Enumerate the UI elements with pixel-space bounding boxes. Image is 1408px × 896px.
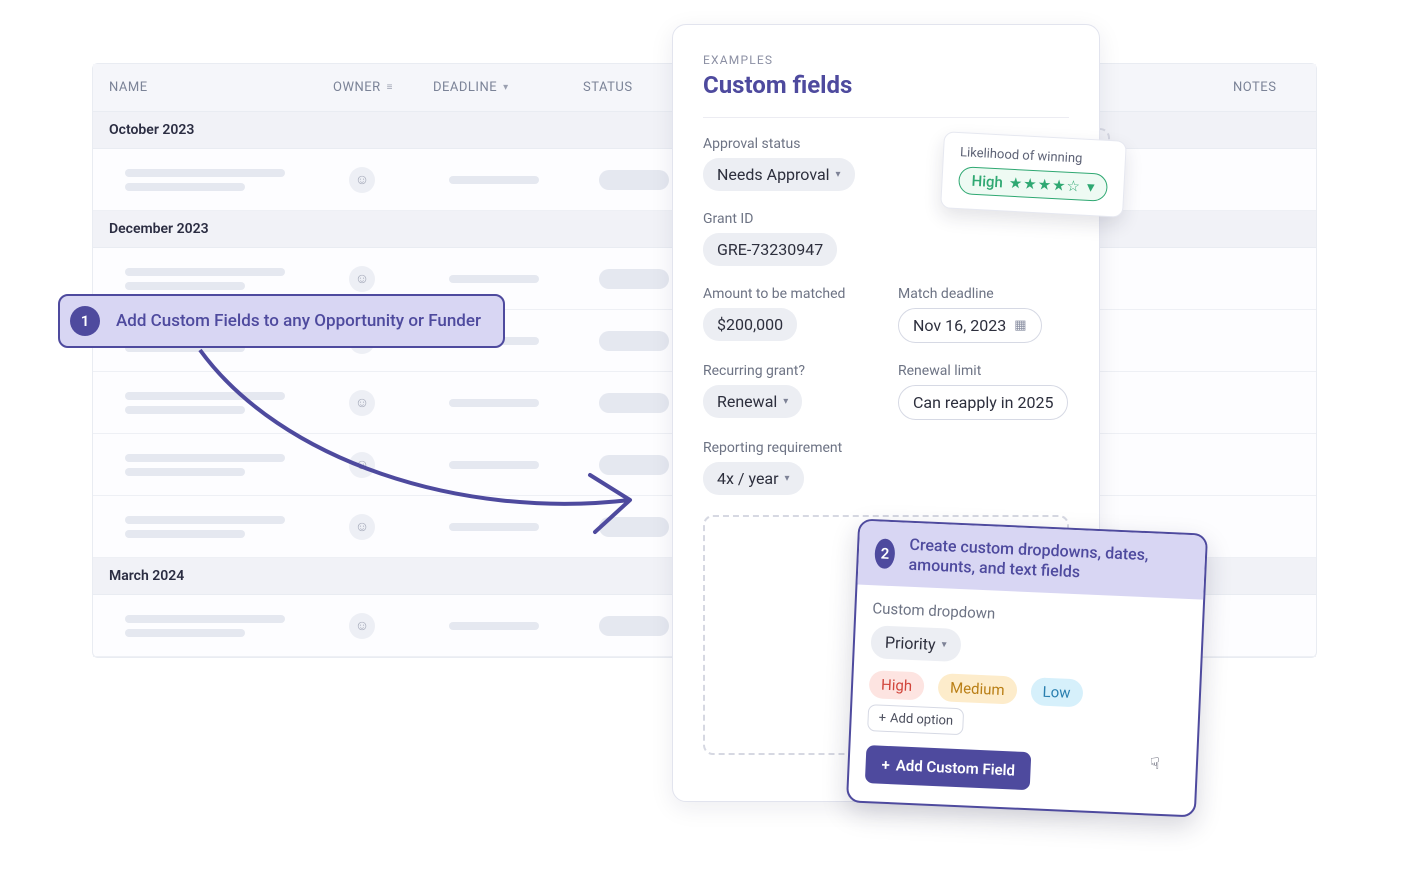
plus-icon: + — [878, 711, 886, 726]
field-label: Amount to be matched — [703, 286, 874, 302]
chevron-down-icon: ▾ — [836, 169, 841, 180]
add-option-button[interactable]: + Add option — [867, 704, 965, 735]
avatar: ☺ — [349, 266, 375, 292]
cursor-icon: ☟ — [1150, 754, 1160, 773]
approval-dropdown[interactable]: Needs Approval ▾ — [703, 158, 855, 191]
arrow-annotation — [160, 340, 660, 560]
callout-add-custom-fields: 1 Add Custom Fields to any Opportunity o… — [58, 294, 505, 348]
field-label: Renewal limit — [898, 363, 1069, 379]
field-recurring: Recurring grant? Renewal ▾ — [703, 363, 874, 420]
amount-text: $200,000 — [717, 315, 783, 334]
field-label: Grant ID — [703, 211, 1069, 227]
calendar-icon: ▦ — [1014, 318, 1026, 333]
field-renewal-limit: Renewal limit Can reapply in 2025 — [898, 363, 1069, 420]
chevron-down-icon: ▾ — [941, 639, 947, 650]
reporting-value: 4x / year — [717, 469, 779, 488]
callout-text: Create custom dropdowns, dates, amounts,… — [908, 535, 1189, 587]
chevron-down-icon: ▾ — [503, 82, 509, 93]
reporting-dropdown[interactable]: 4x / year ▾ — [703, 462, 804, 495]
add-option-label: Add option — [890, 711, 954, 729]
field-grant-id: Grant ID GRE-73230947 — [703, 211, 1069, 266]
approval-value: Needs Approval — [717, 165, 830, 184]
likelihood-card: Likelihood of winning High ★★★★☆ ▾ — [940, 131, 1127, 217]
col-name[interactable]: NAME — [93, 80, 333, 95]
field-label: Reporting requirement — [703, 440, 1069, 456]
likelihood-label: Likelihood of winning — [960, 145, 1110, 168]
amount-value[interactable]: $200,000 — [703, 308, 797, 341]
field-label: Recurring grant? — [703, 363, 874, 379]
recurring-dropdown[interactable]: Renewal ▾ — [703, 385, 802, 418]
renewal-limit-value[interactable]: Can reapply in 2025 — [898, 385, 1068, 420]
field-label: Match deadline — [898, 286, 1069, 302]
match-deadline-text: Nov 16, 2023 — [913, 316, 1006, 335]
dropdown-name-selector[interactable]: Priority ▾ — [870, 625, 961, 662]
callout-number-badge: 1 — [70, 306, 100, 336]
chevron-down-icon: ▾ — [1087, 178, 1095, 196]
filter-icon: ≡ — [387, 82, 393, 93]
field-reporting: Reporting requirement 4x / year ▾ — [703, 440, 1069, 495]
recurring-value: Renewal — [717, 392, 777, 411]
col-owner-label: OWNER — [333, 80, 381, 95]
grant-id-value[interactable]: GRE-73230947 — [703, 233, 837, 266]
field-match-deadline: Match deadline Nov 16, 2023 ▦ — [898, 286, 1069, 343]
likelihood-pill[interactable]: High ★★★★☆ ▾ — [958, 166, 1108, 202]
avatar: ☺ — [349, 167, 375, 193]
grant-id-text: GRE-73230947 — [717, 240, 823, 259]
star-icons: ★★★★☆ — [1008, 174, 1081, 196]
add-custom-field-button[interactable]: + Add Custom Field — [865, 745, 1032, 790]
chevron-down-icon: ▾ — [785, 473, 790, 484]
panel-eyebrow: EXAMPLES — [703, 53, 1069, 67]
match-deadline-input[interactable]: Nov 16, 2023 ▦ — [898, 308, 1042, 343]
option-chip-low[interactable]: Low — [1030, 677, 1083, 707]
option-chip-medium[interactable]: Medium — [938, 673, 1018, 704]
add-custom-field-label: Add Custom Field — [895, 756, 1015, 779]
custom-dropdown-label: Custom dropdown — [872, 599, 1186, 631]
chevron-down-icon: ▾ — [783, 396, 788, 407]
dropdown-name-text: Priority — [885, 633, 936, 654]
avatar: ☺ — [349, 613, 375, 639]
field-amount: Amount to be matched $200,000 — [703, 286, 874, 343]
divider — [703, 117, 1069, 118]
callout-number-badge: 2 — [874, 538, 896, 569]
col-owner[interactable]: OWNER ≡ — [333, 80, 433, 95]
panel-title: Custom fields — [703, 71, 1069, 99]
col-deadline-label: DEADLINE — [433, 80, 497, 95]
plus-icon: + — [881, 756, 890, 774]
renewal-limit-text: Can reapply in 2025 — [913, 393, 1053, 412]
likelihood-value: High — [971, 172, 1003, 192]
option-chip-high[interactable]: High — [869, 670, 925, 700]
callout-text: Add Custom Fields to any Opportunity or … — [116, 311, 481, 331]
col-deadline[interactable]: DEADLINE ▾ — [433, 80, 583, 95]
